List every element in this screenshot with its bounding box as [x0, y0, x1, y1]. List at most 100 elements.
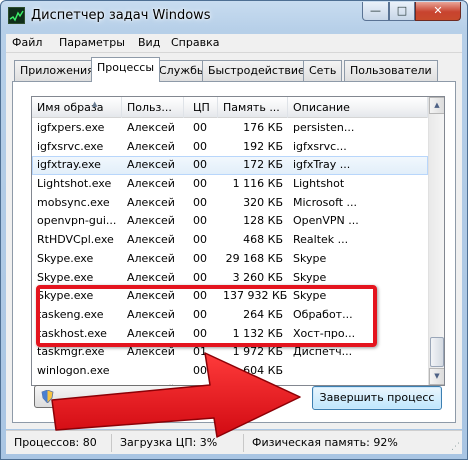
process-description-cell: Skype — [293, 251, 327, 265]
process-name-cell: openvpn-gui... — [37, 214, 117, 228]
process-cpu-cell: 00 — [193, 363, 207, 377]
process-name-cell: Skype.exe — [37, 270, 94, 284]
process-description-cell: OpenVPN ... — [293, 214, 359, 228]
process-cpu-cell: 00 — [193, 233, 207, 247]
process-cpu-cell: 00 — [193, 214, 207, 228]
process-cpu-cell: 00 — [193, 195, 207, 209]
tab-users[interactable]: Пользователи — [344, 60, 438, 81]
process-cpu-cell: 00 — [193, 251, 207, 265]
title-bar[interactable]: Диспетчер задач Windows — □ ✕ — [1, 1, 467, 31]
process-user-cell: Алексей — [127, 233, 175, 247]
process-name-cell: igfxtray.exe — [37, 158, 101, 172]
table-row[interactable]: RtHDVCpl.exe Алексей 00 468 КБ Realtek ... — [32, 231, 428, 250]
menu-view[interactable]: Вид — [138, 36, 160, 49]
close-button[interactable]: ✕ — [415, 2, 461, 21]
column-user[interactable]: Польз... — [122, 97, 184, 118]
process-name-cell: igfxsrvc.exe — [37, 139, 104, 153]
minimize-button[interactable]: — — [362, 2, 389, 21]
process-memory-cell: 468 КБ — [243, 233, 283, 247]
process-cpu-cell: 00 — [193, 270, 207, 284]
process-description-cell: igfxsrvc... — [293, 139, 347, 153]
process-memory-cell: 320 КБ — [243, 195, 283, 209]
menu-options[interactable]: Параметры — [59, 36, 125, 49]
window-title: Диспетчер задач Windows — [31, 8, 211, 23]
process-description-cell: Microsoft ... — [293, 195, 358, 209]
tab-networking[interactable]: Сеть — [303, 60, 343, 81]
table-row[interactable]: openvpn-gui... Алексей 00 128 КБ OpenVPN ... — [32, 212, 428, 231]
tab-applications[interactable]: Приложения — [14, 60, 100, 81]
sort-arrow-icon: ▲ — [92, 100, 98, 108]
maximize-button[interactable]: □ — [389, 2, 415, 21]
size-grip-icon[interactable]: ⋰ — [451, 442, 460, 452]
process-user-cell — [122, 362, 184, 380]
process-user-cell: Алексей — [127, 270, 175, 284]
status-physical-memory: Физическая память: 92% — [252, 436, 398, 449]
shield-icon — [41, 389, 54, 404]
process-user-cell: Алексей — [127, 251, 175, 265]
show-all-users-button[interactable] — [34, 385, 224, 408]
process-user-cell: Алексей — [127, 195, 175, 209]
task-manager-icon — [8, 7, 25, 24]
process-cpu-cell: 00 — [193, 121, 207, 134]
process-user-cell: Алексей — [127, 121, 175, 134]
process-description-cell: persisten... — [293, 121, 355, 134]
column-image-name[interactable]: Имя образа ▲ — [32, 97, 122, 118]
minimize-icon: — — [370, 4, 381, 17]
process-name-cell: igfxpers.exe — [37, 121, 105, 134]
client-area: Приложения Процессы Службы Быстродействи… — [6, 53, 462, 429]
column-memory[interactable]: Память ... — [218, 97, 288, 118]
tab-processes[interactable]: Процессы — [91, 57, 161, 82]
table-row[interactable]: mobsync.exe Алексей 00 320 КБ Microsoft ... — [32, 194, 428, 213]
menu-help[interactable]: Справка — [171, 36, 219, 49]
process-name-cell: Skype.exe — [37, 251, 94, 265]
process-memory-cell: 172 КБ — [243, 158, 283, 172]
process-description-cell: Realtek ... — [293, 233, 349, 247]
column-description[interactable]: Описание — [288, 97, 428, 118]
process-memory-cell: 3 260 КБ — [232, 270, 283, 284]
process-memory-cell: 176 КБ — [243, 121, 283, 134]
scroll-down-icon[interactable]: ▼ — [429, 368, 444, 385]
maximize-icon: □ — [396, 4, 408, 17]
process-name-cell: Lightshot.exe — [37, 177, 112, 191]
process-cpu-cell: 00 — [193, 158, 207, 172]
table-row[interactable]: igfxsrvc.exe Алексей 00 192 КБ igfxsrvc... — [32, 138, 428, 157]
process-description-cell: Lightshot — [293, 177, 345, 191]
task-manager-window: Диспетчер задач Windows — □ ✕ Файл Парам… — [0, 0, 468, 460]
process-user-cell: Алексей — [127, 158, 175, 172]
process-name-cell: winlogon.exe — [37, 363, 110, 377]
process-user-cell: Алексей — [127, 139, 175, 153]
process-name-cell: mobsync.exe — [37, 195, 110, 209]
status-cpu-usage: Загрузка ЦП: 3% — [116, 434, 244, 452]
close-icon: ✕ — [433, 4, 443, 17]
table-row[interactable]: Lightshot.exe Алексей 00 1 116 КБ Lightshot — [32, 175, 428, 194]
status-process-count: Процессов: 80 — [10, 434, 112, 452]
menu-file[interactable]: Файл — [12, 36, 42, 49]
process-memory-cell: 12 208 КБ — [218, 381, 288, 385]
process-user-cell: Алексей — [127, 214, 175, 228]
table-row[interactable]: Skype.exe Алексей 00 29 168 КБ Skype — [32, 250, 428, 269]
process-user-cell: Алексей — [127, 177, 175, 191]
process-description-cell: Skype — [293, 270, 327, 284]
scrollbar-thumb[interactable] — [430, 337, 444, 367]
scroll-up-icon[interactable]: ▲ — [429, 97, 444, 114]
process-cpu-cell: 00 — [193, 139, 207, 153]
process-memory-cell: 192 КБ — [243, 139, 283, 153]
tab-performance[interactable]: Быстродействие — [202, 60, 311, 81]
end-process-button[interactable]: Завершить процесс — [312, 386, 442, 410]
process-cpu-cell: 00 — [193, 177, 207, 191]
process-memory-cell: 604 КБ — [243, 363, 283, 377]
process-memory-cell: 1 116 КБ — [232, 177, 283, 191]
process-memory-cell: 128 КБ — [243, 214, 283, 228]
process-description-cell — [288, 362, 362, 380]
status-bar: Процессов: 80 Загрузка ЦП: 3% Физическая… — [6, 430, 462, 454]
table-row[interactable]: winlogon.exe 00 604 КБ — [32, 362, 428, 381]
process-memory-cell: 29 168 КБ — [225, 251, 283, 265]
process-description-cell: igfxTray ... — [293, 158, 351, 172]
process-list-header: Имя образа ▲ Польз... ЦП Память ... Опис… — [32, 97, 428, 118]
menu-bar: Файл Параметры Вид Справка — [6, 34, 462, 53]
table-row[interactable]: igfxtray.exe Алексей 00 172 КБ igfxTray ... — [32, 156, 428, 176]
table-row[interactable]: igfxpers.exe Алексей 00 176 КБ persisten... — [32, 119, 428, 138]
column-cpu[interactable]: ЦП — [184, 97, 218, 118]
skype-processes-highlight — [36, 285, 377, 347]
vertical-scrollbar[interactable]: ▲ ▼ — [428, 97, 444, 385]
